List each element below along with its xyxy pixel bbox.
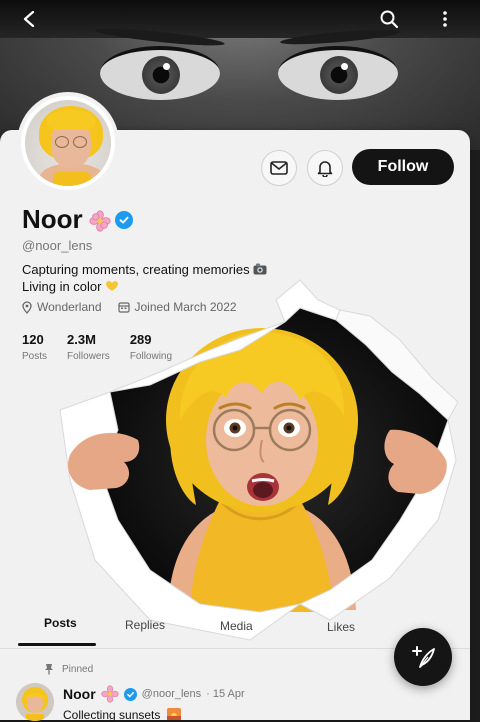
post-handle: @noor_lens [141, 688, 202, 700]
message-button[interactable] [261, 150, 297, 186]
search-icon [380, 10, 399, 29]
more-vertical-icon [443, 11, 447, 27]
stat-followers[interactable]: 2.3M Followers [67, 332, 110, 362]
tab-posts[interactable]: Posts [44, 616, 77, 630]
more-button[interactable] [434, 8, 456, 30]
post-avatar[interactable] [16, 683, 54, 721]
follow-button[interactable]: Follow [352, 149, 454, 185]
arrow-back-icon [23, 11, 35, 27]
stat-following[interactable]: 289 Following [130, 332, 172, 362]
notify-button[interactable] [307, 150, 343, 186]
pinned-indicator: Pinned [44, 663, 93, 675]
flower-emoji-icon [89, 209, 111, 232]
verified-badge-icon [123, 687, 137, 701]
pin-icon [45, 664, 53, 675]
verified-badge-icon [114, 210, 133, 229]
calendar-icon [117, 302, 130, 313]
tab-replies[interactable]: Replies [125, 618, 165, 632]
location-pin-icon [22, 300, 32, 314]
mail-icon [270, 161, 288, 175]
back-button[interactable] [18, 8, 40, 30]
bio-line-2: Living in color [22, 279, 102, 294]
bell-icon [317, 161, 333, 177]
profile-name: Noor [22, 204, 83, 234]
flower-emoji-icon [100, 685, 119, 703]
yellow-heart-icon [105, 279, 118, 291]
location: Wonderland [22, 300, 102, 314]
post-author[interactable]: Noor [63, 686, 96, 702]
profile-name-row: Noor [22, 204, 133, 235]
search-button[interactable] [378, 8, 400, 30]
tab-likes[interactable]: Likes [327, 620, 355, 634]
profile-stats: 120 Posts 2.3M Followers 289 Following [22, 332, 192, 362]
camera-emoji-icon [253, 262, 267, 275]
bio-line-1: Capturing moments, creating memories [22, 262, 250, 277]
post-date: · 15 Apr [206, 688, 245, 700]
sunset-emoji-icon [166, 708, 181, 720]
profile-handle: @noor_lens [22, 238, 93, 253]
tab-media[interactable]: Media [220, 619, 253, 633]
avatar[interactable] [17, 92, 119, 194]
active-tab-indicator [18, 643, 96, 646]
profile-bio: Capturing moments, creating memories Liv… [22, 261, 267, 295]
profile-meta: Wonderland Joined March 2022 [22, 300, 253, 314]
compose-button[interactable] [394, 628, 452, 686]
post-header: Noor @noor_lens · 15 Apr [63, 685, 245, 703]
joined-date: Joined March 2022 [117, 300, 237, 314]
stat-posts[interactable]: 120 Posts [22, 332, 47, 362]
compose-feather-icon [412, 646, 435, 668]
